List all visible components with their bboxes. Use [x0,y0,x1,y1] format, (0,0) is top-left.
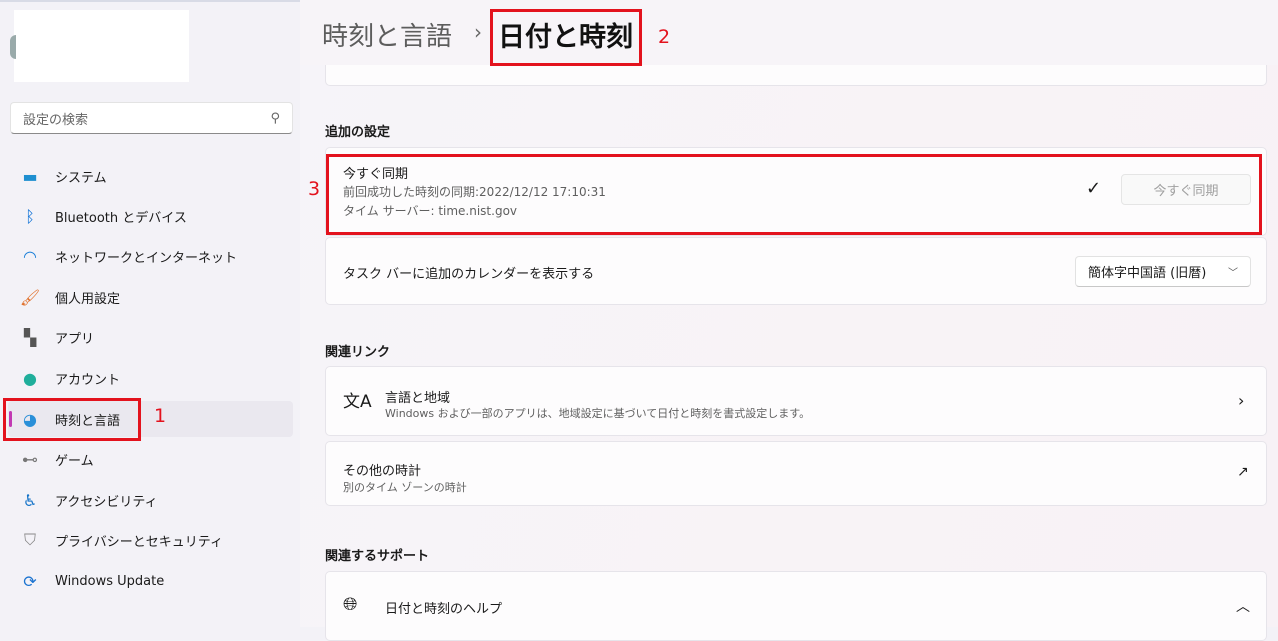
search-icon: ⚲ [270,110,280,126]
shield-icon: ⛉ [23,530,36,549]
annotation-box-1 [3,398,141,441]
system-icon: ▬ [22,166,38,186]
search-placeholder: 設定の検索 [23,112,89,128]
link-title: その他の時計 [343,464,422,479]
gamepad-icon: ⊷ [22,449,38,469]
annotation-box-3 [326,154,1262,235]
sidebar-item-2[interactable]: ◠ ネットワークとインターネット [8,238,293,274]
sidebar-item-7[interactable]: ⊷ ゲーム [8,441,293,477]
language-region-link[interactable]: 文A 言語と地域 Windows および一部のアプリは、地域設定に基づいて日付と… [325,366,1267,436]
apps-icon: ▚ [23,327,37,347]
accessibility-icon: ♿︎ [22,490,38,510]
main-content [300,0,1278,627]
sidebar-item-3[interactable]: 🖌︎ 個人用設定 [8,279,293,315]
user-profile[interactable] [14,10,189,82]
sidebar-item-label: プライバシーとセキュリティ [55,534,223,550]
support-heading: 関連するサポート [325,549,430,564]
account-icon: ● [23,368,37,388]
sidebar-item-label: ゲーム [55,453,94,469]
sidebar-item-label: アクセシビリティ [55,494,158,510]
sidebar-item-8[interactable]: ♿︎ アクセシビリティ [8,482,293,518]
language-icon: 文A [343,392,372,412]
update-icon: ⟳ [23,571,37,591]
sidebar-item-label: アプリ [55,331,95,347]
wifi-icon: ◠ [23,246,37,266]
link-title: 言語と地域 [385,391,451,406]
calendar-value: 簡体字中国語 (旧暦) [1088,266,1207,281]
sidebar-item-1[interactable]: ᛒ Bluetooth とデバイス [8,198,293,234]
sidebar-item-10[interactable]: ⟳ Windows Update [8,563,293,599]
header: 時刻と言語 › 日付と時刻 [300,0,1278,65]
annotation-number-1: 1 [154,405,167,427]
avatar [10,35,16,59]
calendar-label: タスク バーに追加のカレンダーを表示する [343,267,595,282]
external-link-icon: ↗ [1237,464,1249,480]
link-sub: Windows および一部のアプリは、地域設定に基づいて日付と時刻を書式設定しま… [385,407,811,420]
sidebar-item-label: システム [55,170,107,186]
sidebar-item-label: 個人用設定 [55,291,121,307]
sidebar-item-label: アカウント [55,372,121,388]
sidebar-item-label: ネットワークとインターネット [55,250,238,266]
sidebar-item-0[interactable]: ▬ システム [8,158,293,194]
bluetooth-icon: ᛒ [25,206,35,226]
help-card[interactable]: 🌐︎ 日付と時刻のヘルプ ︿ [325,571,1267,641]
annotation-number-3: 3 [308,178,321,200]
sidebar-item-5[interactable]: ● アカウント [8,360,293,396]
link-sub: 別のタイム ゾーンの時計 [343,481,467,494]
other-clocks-link[interactable]: その他の時計 別のタイム ゾーンの時計 ↗ [325,441,1267,506]
breadcrumb-separator: › [474,20,482,44]
sidebar-item-label: Bluetooth とデバイス [55,210,187,226]
sidebar-item-9[interactable]: ⛉ プライバシーとセキュリティ [8,522,293,558]
sidebar-item-4[interactable]: ▚ アプリ [8,319,293,355]
additional-settings-heading: 追加の設定 [325,125,391,140]
globe-icon: 🌐︎ [343,594,358,615]
breadcrumb-parent[interactable]: 時刻と言語 [322,16,452,53]
calendar-dropdown[interactable]: 簡体字中国語 (旧暦) ﹀ [1075,256,1251,287]
help-title: 日付と時刻のヘルプ [385,602,503,617]
sidebar-item-label: Windows Update [55,573,165,589]
chevron-up-icon: ︿ [1236,599,1250,615]
chevron-down-icon: ﹀ [1228,268,1238,279]
settings-search-input[interactable]: 設定の検索 ⚲ [10,102,293,134]
calendar-card: タスク バーに追加のカレンダーを表示する 簡体字中国語 (旧暦) ﹀ [325,237,1267,305]
annotation-box-2 [490,9,642,66]
brush-icon: 🖌︎ [19,287,41,307]
chevron-right-icon: › [1238,391,1245,410]
annotation-number-2: 2 [658,26,671,48]
related-links-heading: 関連リンク [325,345,391,360]
